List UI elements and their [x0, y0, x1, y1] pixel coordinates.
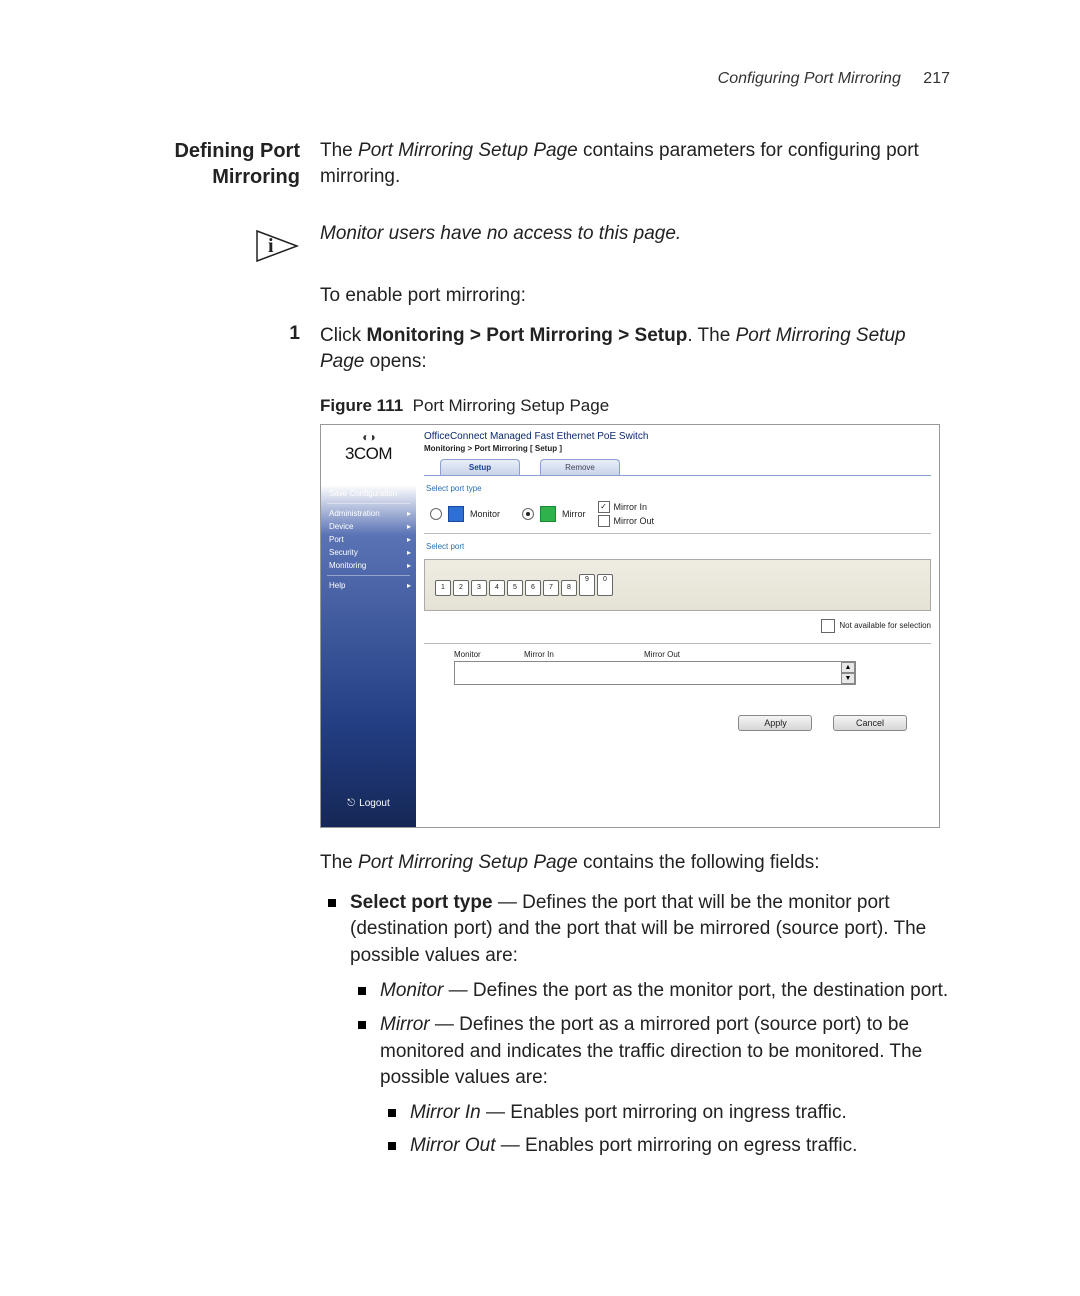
intro-pagename: Port Mirroring Setup Page [358, 140, 578, 161]
figure-title: Port Mirroring Setup Page [413, 396, 610, 415]
port-1[interactable]: 1 [435, 580, 451, 596]
cancel-button[interactable]: Cancel [833, 715, 907, 731]
label-mirror-in: Mirror In [614, 502, 648, 512]
product-title: OfficeConnect Managed Fast Ethernet PoE … [424, 431, 931, 442]
field-name: Select port type [350, 892, 493, 913]
port-3[interactable]: 3 [471, 580, 487, 596]
legend-not-available: Not available for selection [424, 619, 931, 633]
chevron-right-icon: ▸ [407, 509, 411, 518]
screenshot-figure: ◐◑ 3COM Device Summary Save Configuratio… [320, 424, 940, 828]
sidebar-item-save-configuration[interactable]: Save Configuration [321, 487, 416, 500]
sidebar-item-administration[interactable]: Administration▸ [321, 507, 416, 520]
running-header: Configuring Port Mirroring 217 [0, 70, 950, 88]
col-mirror-out: Mirror Out [644, 650, 764, 659]
logout-icon: ⎋ [347, 798, 355, 809]
section-heading: Defining Port Mirroring [0, 138, 300, 190]
port-grid: 1 2 3 4 5 6 7 8 9 0 [435, 574, 920, 596]
intro-paragraph: The Port Mirroring Setup Page contains p… [320, 138, 950, 189]
subsubfield-name: Mirror In [410, 1102, 481, 1123]
field-select-port-type: Select port type — Defines the port that… [320, 890, 950, 1159]
port-4[interactable]: 4 [489, 580, 505, 596]
port-7[interactable]: 7 [543, 580, 559, 596]
field-mirror-in: Mirror In — Enables port mirroring on in… [380, 1100, 950, 1127]
chevron-right-icon: ▸ [407, 522, 411, 531]
label-mirror: Mirror [562, 509, 586, 519]
sidebar-item-port[interactable]: Port▸ [321, 533, 416, 546]
tab-remove[interactable]: Remove [540, 459, 620, 475]
port-9[interactable]: 9 [579, 574, 595, 596]
mapping-columns-header: Monitor Mirror In Mirror Out [424, 650, 931, 659]
port-10[interactable]: 0 [597, 574, 613, 596]
info-triangle-icon: i [254, 223, 300, 269]
fields-intro-pagename: Port Mirroring Setup Page [358, 852, 578, 873]
action-row: Apply Cancel [424, 715, 931, 731]
tab-setup[interactable]: Setup [440, 459, 520, 475]
scroll-down-icon[interactable]: ▼ [841, 673, 855, 684]
heading-line2: Mirroring [212, 166, 300, 188]
step-body: Click Monitoring > Port Mirroring > Setu… [320, 323, 950, 374]
subfield-name: Mirror [380, 1014, 430, 1035]
port-type-row: Monitor Mirror Mirror In Mirror Out [424, 497, 931, 534]
figure-number: Figure 111 [320, 396, 403, 415]
listbox-scrollbar[interactable]: ▲ ▼ [841, 662, 855, 684]
port-8[interactable]: 8 [561, 580, 577, 596]
logo-text: 3COM [321, 444, 416, 464]
logo-icon: ◐◑ [321, 430, 416, 444]
chevron-right-icon: ▸ [407, 581, 411, 590]
running-section: Configuring Port Mirroring [718, 70, 901, 87]
legend-box-icon [821, 619, 835, 633]
figure-caption: Figure 111 Port Mirroring Setup Page [320, 396, 950, 416]
field-monitor: Monitor — Defines the port as the monito… [350, 978, 950, 1005]
field-mirror-out: Mirror Out — Enables port mirroring on e… [380, 1133, 950, 1160]
tab-bar: Setup Remove [424, 459, 931, 476]
fields-intro: The Port Mirroring Setup Page contains t… [320, 850, 950, 876]
port-5[interactable]: 5 [507, 580, 523, 596]
note-text: Monitor users have no access to this pag… [320, 223, 950, 269]
svg-text:i: i [268, 235, 274, 257]
apply-button[interactable]: Apply [738, 715, 812, 731]
app-main: OfficeConnect Managed Fast Ethernet PoE … [416, 425, 939, 827]
step-number: 1 [0, 323, 320, 374]
subfield-name: Monitor [380, 980, 443, 1001]
checkbox-mirror-out[interactable] [598, 515, 610, 527]
chevron-right-icon: ▸ [407, 535, 411, 544]
swatch-mirror-icon [540, 506, 556, 522]
col-monitor: Monitor [454, 650, 524, 659]
label-monitor: Monitor [470, 509, 500, 519]
sidebar-item-device-summary[interactable]: Device Summary [321, 474, 416, 487]
label-select-port-type: Select port type [426, 484, 931, 493]
breadcrumb: Monitoring > Port Mirroring [ Setup ] [424, 444, 931, 453]
sidebar-item-security[interactable]: Security▸ [321, 546, 416, 559]
brand-logo: ◐◑ 3COM [321, 425, 416, 464]
radio-monitor[interactable] [430, 508, 442, 520]
col-mirror-in: Mirror In [524, 650, 644, 659]
step-nav-path: Monitoring > Port Mirroring > Setup [366, 325, 687, 346]
field-mirror: Mirror — Defines the port as a mirrored … [350, 1012, 950, 1159]
sidebar-item-device[interactable]: Device▸ [321, 520, 416, 533]
logout-button[interactable]: ⎋Logout [321, 798, 416, 809]
heading-line1: Defining Port [174, 140, 300, 162]
port-selection-panel: 1 2 3 4 5 6 7 8 9 0 [424, 559, 931, 611]
sidebar-item-help[interactable]: Help▸ [321, 579, 416, 592]
mapping-listbox[interactable]: ▲ ▼ [454, 661, 856, 685]
sidebar-item-monitoring[interactable]: Monitoring▸ [321, 559, 416, 572]
enable-text: To enable port mirroring: [320, 283, 950, 309]
port-2[interactable]: 2 [453, 580, 469, 596]
label-select-port: Select port [426, 542, 931, 551]
swatch-monitor-icon [448, 506, 464, 522]
page-number: 217 [923, 70, 950, 87]
app-sidebar: ◐◑ 3COM Device Summary Save Configuratio… [321, 425, 416, 827]
sidebar-nav: Device Summary Save Configuration Admini… [321, 474, 416, 592]
chevron-right-icon: ▸ [407, 548, 411, 557]
chevron-right-icon: ▸ [407, 561, 411, 570]
port-6[interactable]: 6 [525, 580, 541, 596]
label-mirror-out: Mirror Out [614, 516, 655, 526]
scroll-up-icon[interactable]: ▲ [841, 662, 855, 673]
radio-mirror[interactable] [522, 508, 534, 520]
checkbox-mirror-in[interactable] [598, 501, 610, 513]
subsubfield-name: Mirror Out [410, 1135, 496, 1156]
